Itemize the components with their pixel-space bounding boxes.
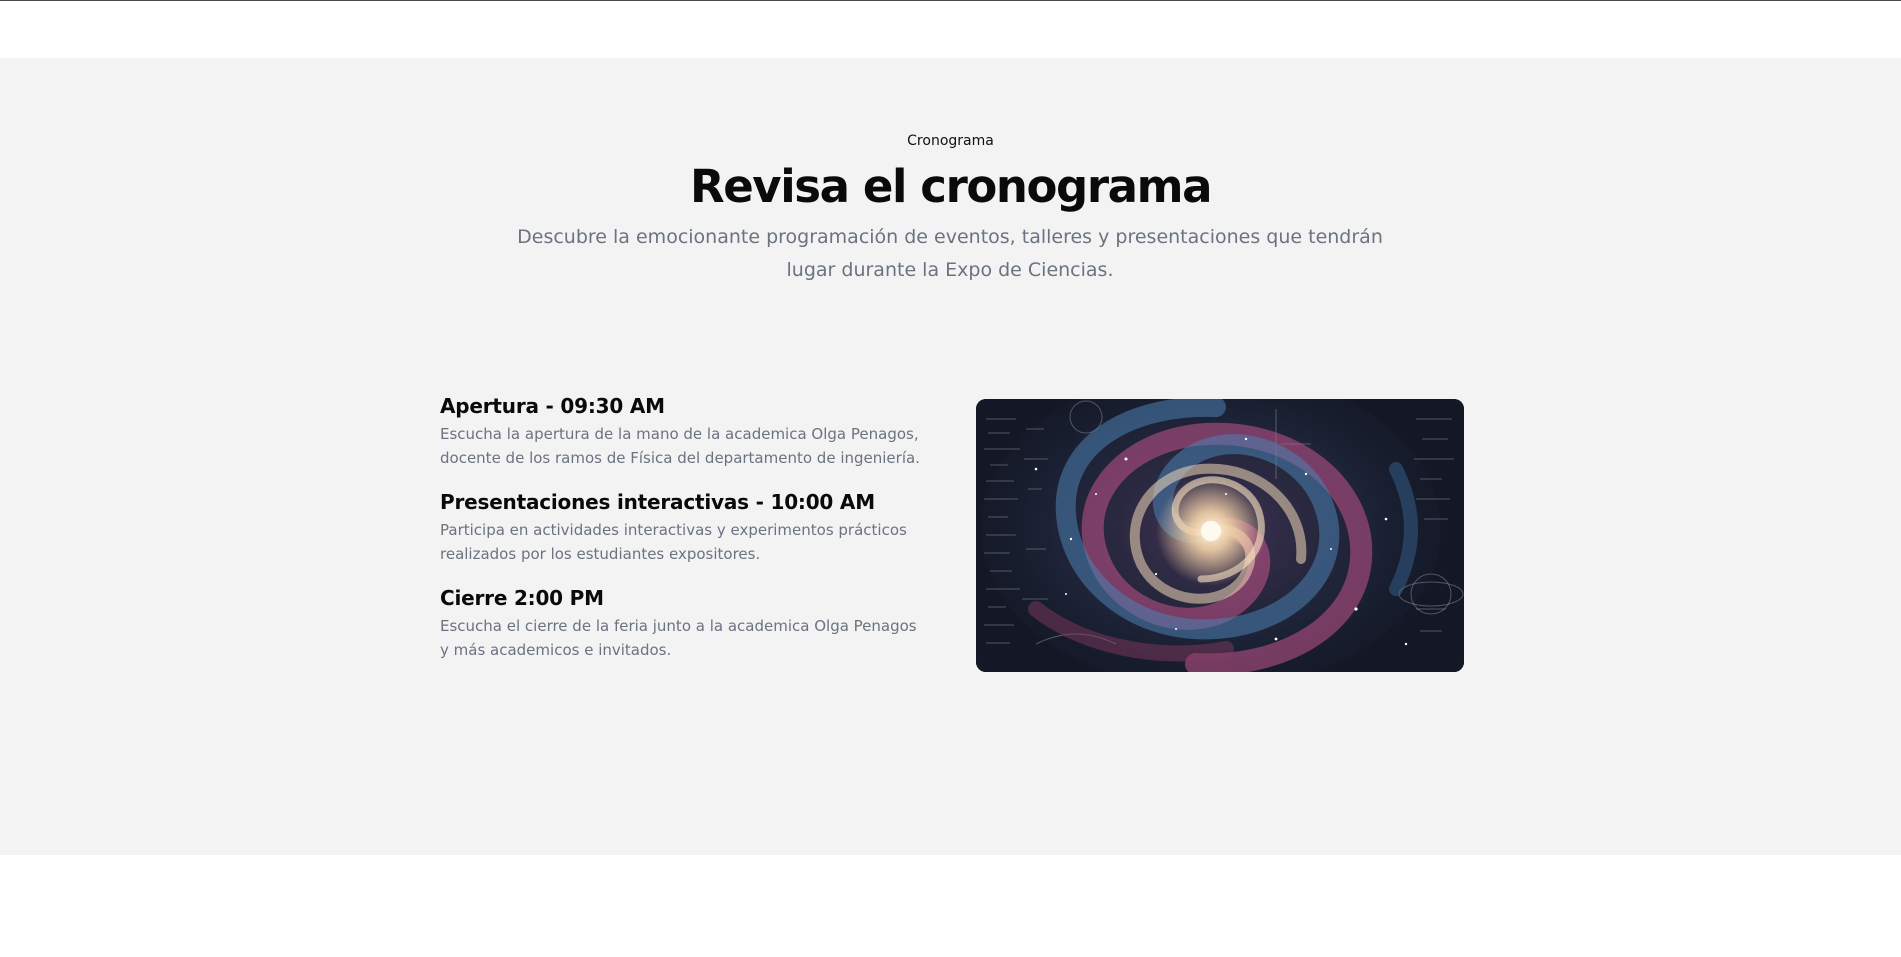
schedule-list: Apertura - 09:30 AM Escucha la apertura … [440,392,940,680]
schedule-item: Presentaciones interactivas - 10:00 AM P… [440,488,940,566]
event-description: Participa en actividades interactivas y … [440,521,907,563]
spiral-galaxy-icon [976,399,1464,672]
schedule-item: Apertura - 09:30 AM Escucha la apertura … [440,392,940,470]
schedule-item: Cierre 2:00 PM Escucha el cierre de la f… [440,584,940,662]
event-title: Presentaciones interactivas - 10:00 AM [440,490,875,514]
event-title: Cierre 2:00 PM [440,586,604,610]
galaxy-image [976,399,1464,672]
event-description: Escucha el cierre de la feria junto a la… [440,617,917,659]
event-description: Escucha la apertura de la mano de la aca… [440,425,920,467]
event-title: Apertura - 09:30 AM [440,394,665,418]
page-title: Revisa el cronograma [689,160,1213,213]
section-subtitle: Descubre la emocionante programación de … [517,226,1383,281]
section-eyebrow: Cronograma [907,133,994,149]
top-divider [0,0,1901,1]
